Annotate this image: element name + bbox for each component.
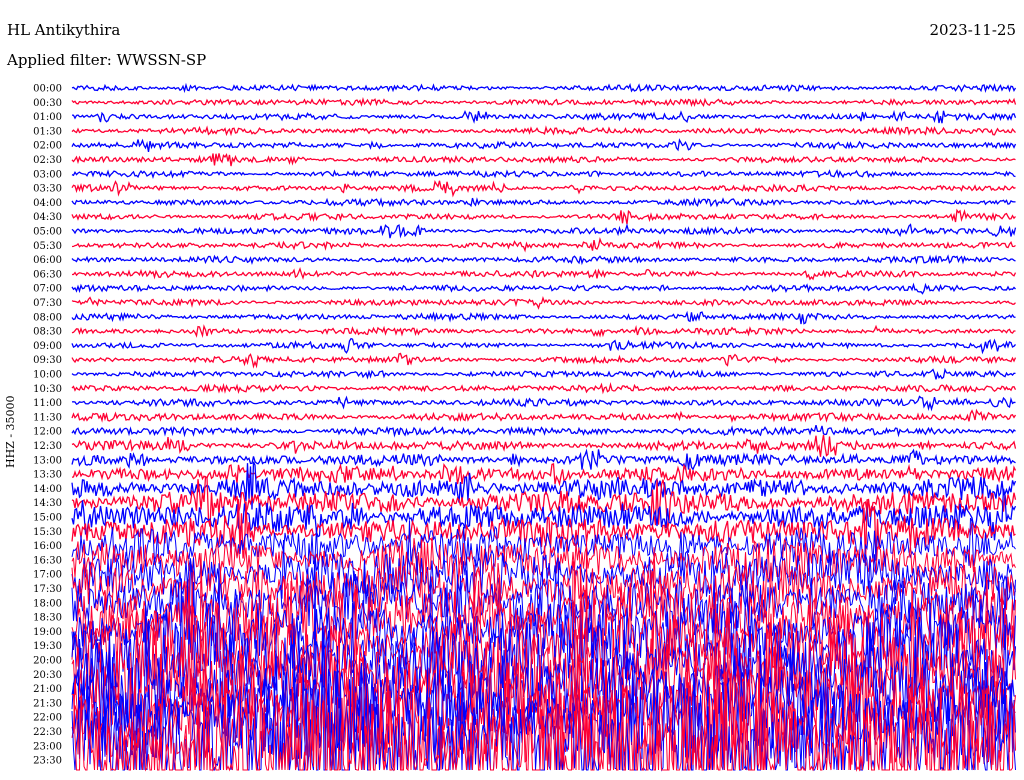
seismic-trace: [71, 168, 1016, 180]
time-label: 05:00: [33, 227, 62, 238]
time-label: 01:30: [33, 126, 62, 137]
time-label: 17:00: [33, 570, 62, 581]
time-label: 09:30: [33, 355, 62, 366]
seismic-trace: [71, 434, 1017, 457]
time-label: 08:30: [33, 327, 62, 338]
seismic-trace: [71, 337, 1016, 355]
time-label: 20:30: [33, 670, 62, 681]
time-label: 06:00: [33, 255, 62, 266]
time-label: 01:00: [33, 112, 62, 123]
seismic-trace: [71, 236, 1016, 253]
time-label: 07:30: [33, 298, 62, 309]
seismic-trace: [71, 296, 1016, 310]
time-label: 10:30: [33, 384, 62, 395]
seismic-trace: [71, 425, 1016, 438]
time-label: 20:00: [33, 656, 62, 667]
seismic-trace: [71, 282, 1016, 295]
time-label: 23:30: [33, 756, 62, 767]
seismic-trace: [71, 448, 1016, 471]
time-label: 08:00: [33, 312, 62, 323]
time-label: 12:30: [33, 441, 62, 452]
seismic-trace: [71, 310, 1016, 325]
time-label: 22:00: [33, 713, 62, 724]
time-label: 14:00: [33, 484, 62, 495]
time-label: 18:00: [33, 598, 62, 609]
time-label: 19:30: [33, 641, 62, 652]
time-label: 11:00: [33, 398, 62, 409]
trace-group: [71, 82, 1017, 772]
seismic-trace: [71, 180, 1016, 198]
seismic-trace: [71, 254, 1016, 266]
time-label: 16:30: [33, 555, 62, 566]
time-label: 07:00: [33, 284, 62, 295]
seismic-trace: [71, 138, 1017, 153]
time-label: 21:00: [33, 684, 62, 695]
seismic-trace: [71, 382, 1017, 395]
time-label: 23:00: [33, 741, 62, 752]
time-label: 03:30: [33, 184, 62, 195]
seismic-trace: [71, 208, 1016, 225]
time-label: 18:30: [33, 613, 62, 624]
time-label: 03:00: [33, 169, 62, 180]
time-label: 05:30: [33, 241, 62, 252]
seismic-trace: [71, 463, 1017, 487]
time-label: 13:30: [33, 470, 62, 481]
time-label: 04:30: [33, 212, 62, 223]
seismic-trace: [71, 82, 1017, 94]
time-label: 00:00: [33, 84, 62, 95]
time-label: 00:30: [33, 98, 62, 109]
time-label: 15:30: [33, 527, 62, 538]
seismic-trace: [71, 109, 1017, 124]
time-label: 16:00: [33, 541, 62, 552]
seismic-trace: [71, 222, 1017, 239]
time-label: 11:30: [33, 412, 62, 423]
time-label: 02:30: [33, 155, 62, 166]
time-label: 15:00: [33, 513, 62, 524]
seismic-trace: [71, 153, 1016, 167]
time-label: 02:00: [33, 141, 62, 152]
seismic-trace: [71, 352, 1017, 369]
seismic-trace: [71, 367, 1016, 380]
seismic-trace: [71, 408, 1017, 423]
seismic-trace: [71, 395, 1016, 412]
time-label: 14:30: [33, 498, 62, 509]
helicorder-plot: 00:00 00:30 01:00 01:30 02:00 02:30 03:00 03:30…: [33, 82, 1017, 772]
time-label: 17:30: [33, 584, 62, 595]
time-label: 21:30: [33, 698, 62, 709]
seismic-trace: [71, 324, 1016, 339]
seismic-trace: [72, 266, 1017, 281]
seismic-trace: [71, 197, 1016, 208]
seismic-trace: [71, 125, 1016, 137]
time-label: 19:00: [33, 627, 62, 638]
time-label: 10:00: [33, 370, 62, 381]
time-label: 09:00: [33, 341, 62, 352]
time-label: 06:30: [33, 269, 62, 280]
time-label: 04:00: [33, 198, 62, 209]
time-label: 13:00: [33, 455, 62, 466]
time-label: 22:30: [33, 727, 62, 738]
time-label-group: 00:00 00:30 01:00 01:30 02:00 02:30 03:00 03:30…: [33, 84, 62, 767]
time-label: 12:00: [33, 427, 62, 438]
seismic-trace: [71, 97, 1017, 108]
